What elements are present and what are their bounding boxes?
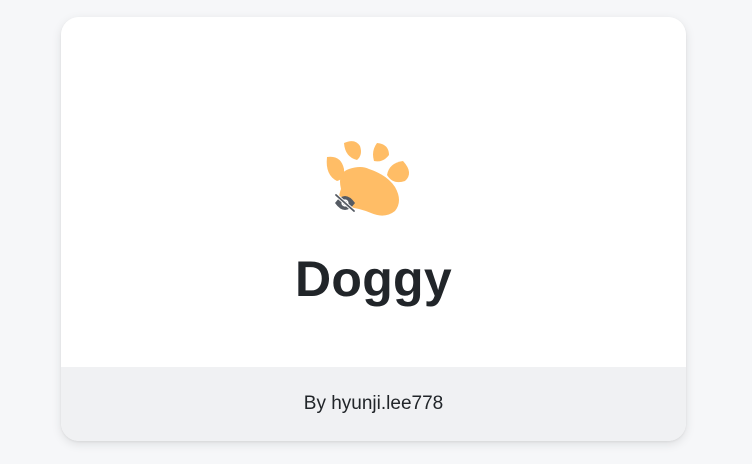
card-footer: By hyunji.lee778 [61,367,686,441]
author-label: By hyunji.lee778 [303,393,444,414]
card-title: Doggy [294,251,453,307]
card-body: Doggy [61,17,686,367]
project-card[interactable]: Doggy By hyunji.lee778 [61,17,686,441]
eye-slash-icon [333,191,357,215]
paw-icon [323,129,423,229]
